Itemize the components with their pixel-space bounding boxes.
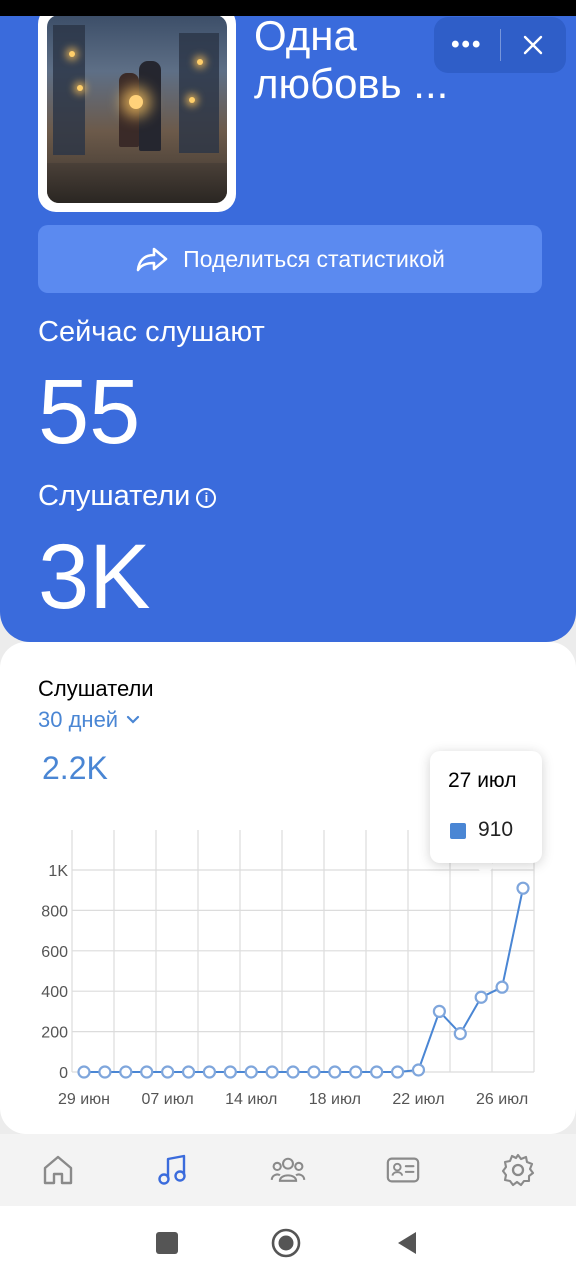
y-tick-label: 0 <box>59 1065 68 1082</box>
home-circle-icon[interactable] <box>271 1228 301 1258</box>
period-selector[interactable]: 30 дней <box>38 707 140 733</box>
x-tick-label: 07 июл <box>142 1091 194 1108</box>
series-line <box>84 887 524 1073</box>
data-point <box>181 1065 196 1079</box>
info-icon[interactable]: i <box>196 487 217 508</box>
audience-icon <box>270 1157 306 1182</box>
nav-home[interactable] <box>40 1152 76 1188</box>
window-controls: ••• <box>434 17 566 73</box>
data-point <box>411 1063 426 1077</box>
system-nav-bar <box>0 1206 576 1280</box>
chart-tooltip: 27 июл 910 <box>430 751 542 863</box>
y-tick-label: 400 <box>41 984 68 1001</box>
x-tick-label: 29 июн <box>58 1091 110 1108</box>
data-point <box>77 1065 91 1079</box>
series-swatch <box>450 823 466 839</box>
chevron-down-icon <box>126 715 140 724</box>
recents-square-icon[interactable] <box>152 1228 182 1258</box>
share-stats-button[interactable]: Поделиться статистикой <box>38 225 542 293</box>
listeners-label-row: Слушатели i <box>38 480 217 513</box>
share-arrow-icon <box>136 247 168 272</box>
share-label: Поделиться статистикой <box>183 245 445 272</box>
settings-icon <box>501 1153 535 1187</box>
x-tick-label: 26 июл <box>476 1091 528 1108</box>
data-point <box>286 1065 300 1079</box>
data-point <box>161 1065 175 1079</box>
nav-music[interactable] <box>154 1152 190 1188</box>
data-point <box>432 1004 446 1018</box>
now-listening-value: 55 <box>38 361 141 463</box>
x-tick-label: 14 июл <box>225 1091 277 1108</box>
data-point <box>370 1065 384 1079</box>
x-tick-label: 18 июл <box>309 1091 361 1108</box>
data-point <box>244 1065 258 1079</box>
tooltip-value: 910 <box>478 818 514 841</box>
bottom-nav <box>0 1134 576 1206</box>
period-label: 30 дней <box>38 707 119 732</box>
data-point <box>119 1065 133 1079</box>
y-tick-label: 600 <box>41 944 68 961</box>
data-point <box>265 1065 279 1079</box>
listeners-label: Слушатели <box>38 480 191 512</box>
listeners-value: 3K <box>38 526 151 628</box>
back-triangle-icon[interactable] <box>392 1228 422 1258</box>
y-tick-label: 1K <box>48 863 68 880</box>
data-point <box>202 1065 217 1079</box>
nav-settings[interactable] <box>500 1152 536 1188</box>
data-point <box>516 881 530 895</box>
data-point <box>307 1065 321 1079</box>
home-icon <box>43 1155 73 1185</box>
profile-card-icon <box>386 1157 420 1183</box>
nav-profile[interactable] <box>385 1152 421 1188</box>
close-icon[interactable] <box>501 17 567 73</box>
cover-image <box>47 16 227 203</box>
data-point <box>495 980 509 994</box>
data-point <box>140 1065 154 1079</box>
tooltip-date: 27 июл <box>448 769 517 792</box>
more-dots-icon[interactable]: ••• <box>434 17 500 73</box>
listeners-total: 2.2K <box>42 750 108 786</box>
card-title: Слушатели <box>38 676 154 701</box>
data-point <box>390 1065 405 1079</box>
now-listening-label: Сейчас слушают <box>38 316 265 348</box>
music-icon <box>158 1154 186 1185</box>
data-point <box>98 1065 112 1079</box>
x-tick-label: 22 июл <box>392 1091 444 1108</box>
track-cover[interactable] <box>38 16 236 212</box>
y-tick-label: 200 <box>41 1025 68 1042</box>
nav-audience[interactable] <box>270 1152 306 1188</box>
data-point <box>223 1065 237 1079</box>
data-point <box>453 1027 467 1041</box>
data-point <box>349 1065 363 1079</box>
data-point <box>474 990 488 1004</box>
artist-header: Одна любовь ... Поделиться статистикой С… <box>0 16 576 642</box>
y-tick-label: 800 <box>41 903 68 920</box>
data-point <box>328 1065 342 1079</box>
status-bar <box>0 0 576 16</box>
